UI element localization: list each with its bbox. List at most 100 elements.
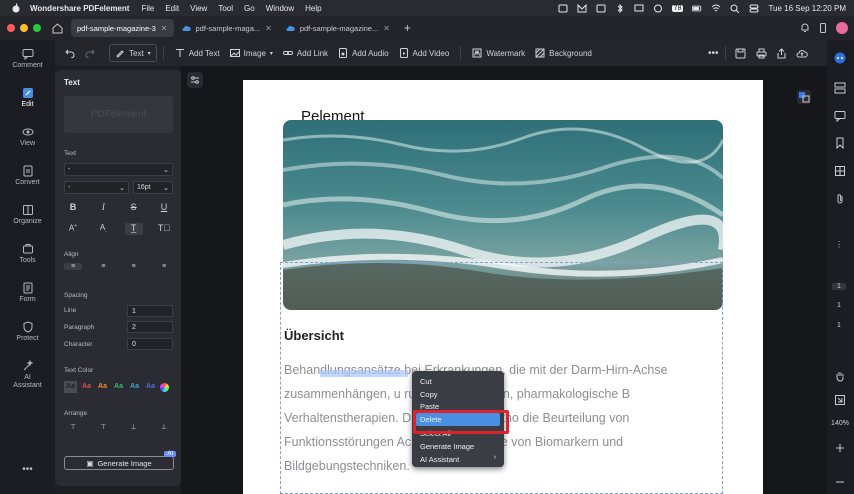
bold-icon[interactable]: B [64,202,82,212]
notification-icon[interactable] [800,23,810,33]
battery-percent[interactable]: 78 [671,4,684,12]
zoom-window-button[interactable] [33,24,41,32]
add-audio-button[interactable]: Add Audio [333,44,393,62]
nav-convert[interactable]: Convert [0,165,55,186]
arrange-forward-icon[interactable]: ⊤ [94,423,112,431]
align-left-icon[interactable]: ≡ [64,263,82,270]
filter-settings-icon[interactable] [187,72,203,88]
minimize-window-button[interactable] [20,24,28,32]
generate-image-button[interactable]: ▣ Generate Image AI [64,451,176,470]
text-width-icon[interactable]: T⃓ [155,223,173,235]
italic-icon[interactable]: I [94,202,112,212]
font-size-select[interactable]: 16pt ⌄ [133,181,173,194]
home-icon[interactable] [52,22,63,34]
nav-tools[interactable]: Tools [0,243,55,264]
text-mode-dropdown[interactable]: Text ▾ [109,44,157,62]
attachment-icon[interactable] [834,193,846,205]
page-number-input[interactable]: 1 [832,283,846,290]
add-video-button[interactable]: Add Video [394,44,455,62]
close-window-button[interactable] [7,24,15,32]
wifi-icon[interactable] [711,4,721,13]
color-swatch-blue[interactable]: Aa [144,381,157,393]
bookmark-icon[interactable] [834,137,846,149]
save-icon[interactable] [735,48,746,59]
align-center-icon[interactable]: ≡ [94,263,112,270]
nav-edit[interactable]: Edit [0,87,55,108]
arrange-bring-front-icon[interactable]: ⊤ [64,423,82,431]
thumbnails-icon[interactable] [834,165,846,177]
menu-view[interactable]: View [190,4,207,13]
line-spacing-input[interactable]: 1 [127,305,173,317]
strikethrough-icon[interactable]: S [125,202,143,212]
comments-icon[interactable] [834,110,846,122]
paragraph-spacing-input[interactable]: 2 [127,321,173,333]
menu-go[interactable]: Go [244,4,255,13]
nav-organize[interactable]: Organize [0,204,55,225]
mobile-icon[interactable] [818,23,828,33]
redo-icon[interactable] [85,48,95,58]
color-swatch-orange[interactable]: Aa [96,381,109,393]
add-link-button[interactable]: Add Link [278,44,333,62]
menu-item-copy[interactable]: Copy [420,390,438,399]
tab-document-2[interactable]: pdf-sample-maga... ✕ [176,19,278,37]
arrange-send-back-icon[interactable]: ⊥ [155,423,173,431]
subscript-icon[interactable]: A- [94,223,112,235]
menu-window[interactable]: Window [266,4,294,13]
menu-edit[interactable]: Edit [165,4,179,13]
image-button[interactable]: Image ▾ [225,44,278,62]
menu-item-generate-image[interactable]: Generate Image [420,442,474,451]
more-icon[interactable]: ••• [708,48,719,59]
close-tab-icon[interactable]: ✕ [265,24,272,33]
align-justify-icon[interactable]: ≡ [155,263,173,270]
properties-icon[interactable] [834,82,846,94]
background-button[interactable]: Background [530,44,597,62]
text-height-icon[interactable]: T̲ [124,223,143,235]
menu-file[interactable]: File [141,4,154,13]
control-center-icon[interactable] [749,4,759,13]
gmail-icon[interactable] [577,3,587,13]
app-name-menu[interactable]: Wondershare PDFelement [30,4,129,13]
ai-chat-icon[interactable] [834,52,846,64]
bluetooth-icon[interactable] [615,3,625,13]
font-style-select[interactable]: - ⌄ [64,181,129,194]
cloud-upload-icon[interactable] [796,48,808,59]
hand-tool-icon[interactable] [834,370,846,382]
more-vertical-icon[interactable]: ⋮ [835,240,843,249]
avatar[interactable] [836,22,848,34]
tab-document-3[interactable]: pdf-sample-magazine... ✕ [280,19,396,37]
zoom-out-icon[interactable] [834,476,846,488]
color-picker-icon[interactable] [160,382,169,392]
underline-icon[interactable]: U [155,202,173,212]
zoom-level[interactable]: 140% [826,420,854,427]
clock[interactable]: Tue 16 Sep 12:20 PM [768,4,846,13]
nav-form[interactable]: Form [0,282,55,303]
screen-icon[interactable] [634,4,644,13]
add-text-button[interactable]: Add Text [170,44,225,62]
fit-page-icon[interactable] [834,394,846,406]
status-icon-1[interactable] [558,4,568,13]
print-icon[interactable] [756,48,767,59]
close-tab-icon[interactable]: ✕ [383,24,390,33]
close-tab-icon[interactable]: ✕ [161,24,168,33]
more-options-icon[interactable]: ••• [0,464,55,475]
status-icon-3[interactable] [596,4,606,13]
font-family-select[interactable]: - ⌄ [64,163,173,176]
superscript-icon[interactable]: A+ [64,223,82,235]
search-icon[interactable] [730,4,740,13]
menu-help[interactable]: Help [305,4,321,13]
character-spacing-input[interactable]: 0 [127,338,173,350]
color-swatch-teal[interactable]: Aa [128,381,141,393]
nav-ai-assistant[interactable]: AI Assistant [0,360,55,390]
apple-icon[interactable] [11,3,21,13]
translate-icon[interactable] [797,90,811,104]
nav-protect[interactable]: Protect [0,321,55,342]
color-swatch-black[interactable]: Aa [64,381,77,393]
arrange-backward-icon[interactable]: ⊥ [125,423,143,431]
undo-icon[interactable] [65,48,75,58]
menu-item-ai-assistant[interactable]: AI Assistant [420,455,459,464]
section-heading[interactable]: Übersicht [284,328,344,343]
nav-comment[interactable]: Comment [0,48,55,69]
menu-tool[interactable]: Tool [218,4,233,13]
color-swatch-green[interactable]: Aa [112,381,125,393]
color-swatch-red[interactable]: Aa [80,381,93,393]
